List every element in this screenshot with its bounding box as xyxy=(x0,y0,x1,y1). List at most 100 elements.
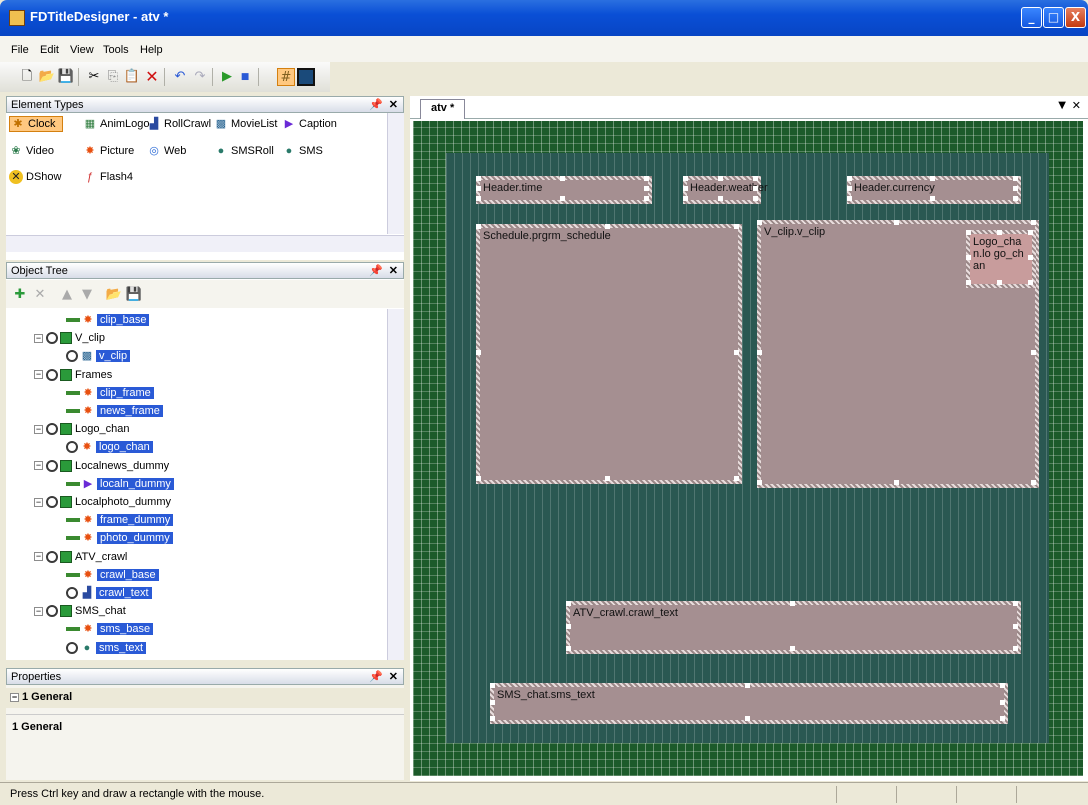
new-icon[interactable]: 🗋 xyxy=(18,68,36,86)
tree-leaf[interactable]: ✸ crawl_base xyxy=(66,567,159,584)
resize-handle[interactable] xyxy=(966,230,971,235)
tree-group[interactable]: − Localphoto_dummy xyxy=(34,494,171,511)
element-header-currency[interactable]: Header.currency xyxy=(847,176,1021,204)
open-icon[interactable]: 📂 xyxy=(38,68,56,86)
title-bar[interactable]: FDTitleDesigner - atv * _ □ X xyxy=(0,0,1088,36)
resize-handle[interactable] xyxy=(560,176,565,181)
tree-group[interactable]: − V_clip xyxy=(34,330,105,347)
resize-handle[interactable] xyxy=(997,280,1002,285)
resize-handle[interactable] xyxy=(644,186,649,191)
resize-handle[interactable] xyxy=(847,186,852,191)
visibility-icon[interactable] xyxy=(46,332,58,345)
resize-handle[interactable] xyxy=(490,716,495,721)
close-icon[interactable]: ✕ xyxy=(389,98,398,111)
resize-handle[interactable] xyxy=(1013,196,1018,201)
menu-view[interactable]: View xyxy=(70,44,94,56)
close-icon[interactable]: ✕ xyxy=(389,670,398,683)
element-type-flash4[interactable]: ƒ Flash4 xyxy=(83,170,133,184)
tree-leaf[interactable]: ▟ crawl_text xyxy=(66,585,152,602)
resize-handle[interactable] xyxy=(789,601,795,606)
element-type-smsroll[interactable]: ● SMSRoll xyxy=(214,144,274,158)
element-sms-chat[interactable]: SMS_chat.sms_text xyxy=(490,683,1008,724)
resize-handle[interactable] xyxy=(683,196,688,201)
collapse-icon[interactable]: − xyxy=(34,461,43,471)
delete-node-icon[interactable]: ✕ xyxy=(31,286,49,304)
element-types-hscroll[interactable] xyxy=(6,235,404,252)
resize-handle[interactable] xyxy=(847,196,852,201)
close-button[interactable]: X xyxy=(1065,7,1086,28)
close-icon[interactable]: ✕ xyxy=(389,264,398,277)
safe-area-icon[interactable] xyxy=(297,68,315,86)
tree-leaf[interactable]: ✸ clip_base xyxy=(66,312,150,329)
resize-handle[interactable] xyxy=(745,716,750,721)
property-category[interactable]: −1 General xyxy=(6,688,404,708)
save-node-icon[interactable]: 💾 xyxy=(125,286,143,304)
resize-handle[interactable] xyxy=(1013,601,1018,606)
collapse-icon[interactable]: − xyxy=(34,370,43,380)
resize-handle[interactable] xyxy=(734,224,739,229)
collapse-icon[interactable]: − xyxy=(34,606,43,616)
resize-handle[interactable] xyxy=(644,196,649,201)
visibility-icon[interactable] xyxy=(66,641,78,654)
element-type-movielist[interactable]: ▩ MovieList xyxy=(214,117,278,131)
collapse-icon[interactable]: − xyxy=(34,497,43,507)
element-type-rollcrawl[interactable]: ▟ RollCrawl xyxy=(147,117,211,131)
resize-handle[interactable] xyxy=(757,220,762,225)
resize-handle[interactable] xyxy=(490,699,495,705)
paste-icon[interactable]: 📋 xyxy=(123,68,141,86)
visibility-icon[interactable] xyxy=(46,423,58,436)
resize-handle[interactable] xyxy=(644,176,649,181)
collapse-icon[interactable]: − xyxy=(34,552,43,562)
stop-icon[interactable]: ■ xyxy=(236,68,254,86)
element-schedule[interactable]: Schedule.prgrm_schedule xyxy=(476,224,742,484)
resize-handle[interactable] xyxy=(966,255,971,260)
tree-leaf[interactable]: ✸ photo_dummy xyxy=(66,530,173,547)
visibility-icon[interactable] xyxy=(46,550,58,563)
resize-handle[interactable] xyxy=(683,176,688,181)
menu-help[interactable]: Help xyxy=(140,44,163,56)
resize-handle[interactable] xyxy=(745,683,750,688)
resize-handle[interactable] xyxy=(476,186,481,191)
resize-handle[interactable] xyxy=(1013,646,1018,651)
resize-handle[interactable] xyxy=(560,196,565,201)
redo-icon[interactable]: ↷ xyxy=(191,68,209,86)
add-group-icon[interactable]: ✚ xyxy=(11,286,29,304)
pin-icon[interactable]: 📌 xyxy=(369,264,383,277)
maximize-button[interactable]: □ xyxy=(1043,7,1064,28)
resize-handle[interactable] xyxy=(490,683,495,688)
resize-handle[interactable] xyxy=(757,480,762,485)
resize-handle[interactable] xyxy=(894,220,899,225)
resize-handle[interactable] xyxy=(757,350,762,355)
resize-handle[interactable] xyxy=(476,350,481,355)
resize-handle[interactable] xyxy=(1031,350,1036,355)
tree-group[interactable]: − Frames xyxy=(34,367,112,384)
resize-handle[interactable] xyxy=(734,350,739,355)
collapse-icon[interactable]: − xyxy=(34,424,43,434)
resize-handle[interactable] xyxy=(734,476,739,481)
tree-group[interactable]: − Logo_chan xyxy=(34,421,129,438)
resize-handle[interactable] xyxy=(718,176,723,181)
minimize-button[interactable]: _ xyxy=(1021,7,1042,28)
resize-handle[interactable] xyxy=(1013,623,1018,629)
tree-leaf[interactable]: ✸ frame_dummy xyxy=(66,512,174,529)
resize-handle[interactable] xyxy=(1031,480,1036,485)
visibility-icon[interactable] xyxy=(66,350,78,363)
resize-handle[interactable] xyxy=(476,176,481,181)
tree-leaf[interactable]: ✸ news_frame xyxy=(66,403,163,420)
tree-leaf[interactable]: ✸ clip_frame xyxy=(66,385,154,402)
element-type-caption[interactable]: ▶ Caption xyxy=(282,117,337,131)
resize-handle[interactable] xyxy=(789,646,795,651)
menu-edit[interactable]: Edit xyxy=(40,44,59,56)
element-logo-chan[interactable]: Logo_chan.lo go_chan xyxy=(966,230,1036,288)
visibility-icon[interactable] xyxy=(46,459,58,472)
tree-leaf[interactable]: ● sms_text xyxy=(66,640,147,657)
cut-icon[interactable]: ✂ xyxy=(85,68,103,86)
menu-tools[interactable]: Tools xyxy=(103,44,129,56)
grid-icon[interactable]: # xyxy=(277,68,295,86)
tree-leaf[interactable]: ✸ logo_chan xyxy=(66,439,153,456)
pin-icon[interactable]: 📌 xyxy=(369,98,383,111)
tab-list-icon[interactable]: ▼ xyxy=(1058,100,1066,111)
resize-handle[interactable] xyxy=(1031,220,1036,225)
resize-handle[interactable] xyxy=(997,230,1002,235)
copy-icon[interactable]: ⎘ xyxy=(104,68,122,86)
